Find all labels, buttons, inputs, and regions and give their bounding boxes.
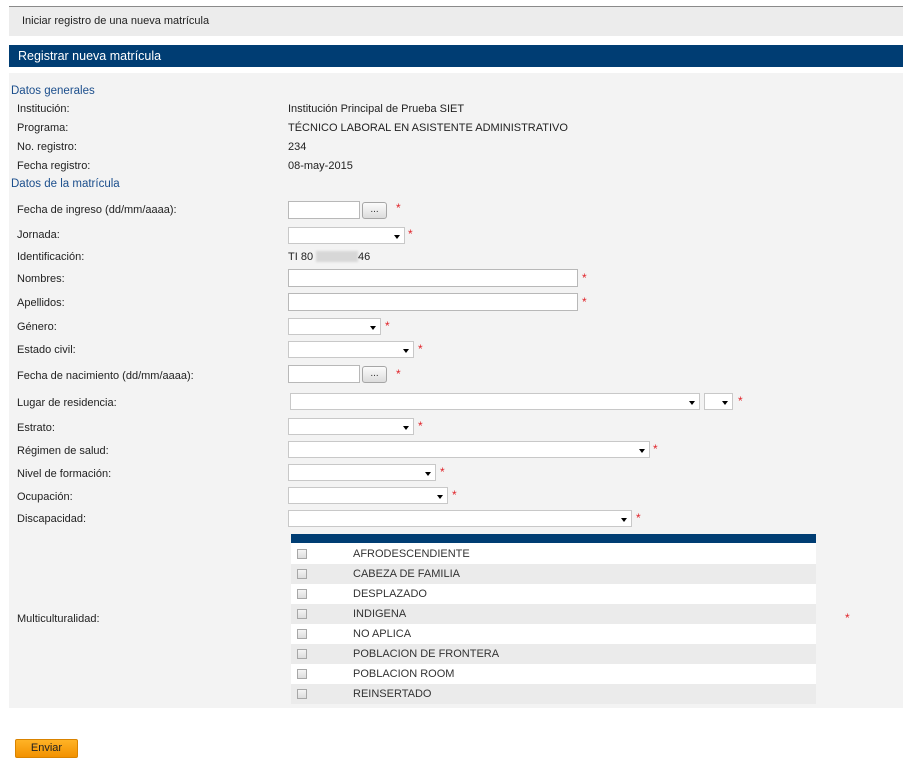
required-marker: *	[582, 295, 587, 309]
required-marker: *	[396, 367, 401, 381]
institucion-value: Institución Principal de Prueba SIET	[288, 103, 465, 115]
genero-label: Género:	[17, 321, 57, 333]
institucion-label: Institución:	[17, 103, 70, 115]
top-bar-title: Iniciar registro de una nueva matrícula	[22, 15, 210, 27]
checkbox[interactable]	[297, 609, 307, 619]
fecha-registro-value: 08-may-2015	[288, 160, 353, 172]
multiculturalidad-option-label: INDIGENA	[353, 608, 407, 620]
estrato-label: Estrato:	[17, 422, 55, 434]
fecha-nacimiento-calendar-button[interactable]: ...	[362, 366, 387, 383]
required-marker: *	[582, 271, 587, 285]
chevron-down-icon	[689, 401, 695, 405]
multiculturalidad-option-label: POBLACION ROOM	[353, 668, 455, 680]
lugar-residencia-secondary-select[interactable]	[704, 393, 733, 410]
programa-value: TÉCNICO LABORAL EN ASISTENTE ADMINISTRAT…	[288, 122, 568, 134]
apellidos-input[interactable]	[288, 293, 578, 311]
required-marker: *	[440, 465, 445, 479]
multiculturalidad-row[interactable]: REINSERTADO	[291, 684, 816, 704]
chevron-down-icon	[403, 426, 409, 430]
required-marker: *	[653, 442, 658, 456]
required-marker: *	[845, 611, 850, 625]
multiculturalidad-label: Multiculturalidad:	[17, 613, 100, 625]
required-marker: *	[408, 227, 413, 241]
multiculturalidad-option-label: REINSERTADO	[353, 688, 432, 700]
chevron-down-icon	[403, 349, 409, 353]
programa-label: Programa:	[17, 122, 69, 134]
apellidos-label: Apellidos:	[17, 297, 65, 309]
fecha-registro-label: Fecha registro:	[17, 160, 91, 172]
estado-civil-select[interactable]	[288, 341, 414, 358]
top-bar: Iniciar registro de una nueva matrícula	[9, 6, 903, 36]
lugar-residencia-select[interactable]	[290, 393, 700, 410]
multiculturalidad-row[interactable]: POBLACION DE FRONTERA	[291, 644, 816, 664]
checkbox[interactable]	[297, 589, 307, 599]
ocupacion-select[interactable]	[288, 487, 448, 504]
checkbox[interactable]	[297, 649, 307, 659]
nivel-formacion-label: Nivel de formación:	[17, 468, 112, 480]
multiculturalidad-option-label: POBLACION DE FRONTERA	[353, 648, 500, 660]
required-marker: *	[418, 419, 423, 433]
registro-label: No. registro:	[17, 141, 77, 153]
chevron-down-icon	[639, 449, 645, 453]
checkbox[interactable]	[297, 549, 307, 559]
multiculturalidad-row[interactable]: INDIGENA	[291, 604, 816, 624]
discapacidad-select[interactable]	[288, 510, 632, 527]
identificacion-suffix: 46	[358, 251, 371, 263]
checkbox[interactable]	[297, 629, 307, 639]
chevron-down-icon	[425, 472, 431, 476]
multiculturalidad-row[interactable]: DESPLAZADO	[291, 584, 816, 604]
required-marker: *	[385, 319, 390, 333]
checkbox[interactable]	[297, 669, 307, 679]
required-marker: *	[636, 511, 641, 525]
panel-title: Registrar nueva matrícula	[18, 49, 162, 63]
fecha-ingreso-label: Fecha de ingreso (dd/mm/aaaa):	[17, 204, 177, 216]
estado-civil-label: Estado civil:	[17, 344, 76, 356]
fecha-ingreso-calendar-button[interactable]: ...	[362, 202, 387, 219]
checkbox[interactable]	[297, 569, 307, 579]
multiculturalidad-row[interactable]: CABEZA DE FAMILIA	[291, 564, 816, 584]
multiculturalidad-option-label: AFRODESCENDIENTE	[353, 548, 470, 560]
section-datos-matricula: Datos de la matrícula	[11, 178, 120, 190]
required-marker: *	[738, 394, 743, 408]
chevron-down-icon	[437, 495, 443, 499]
chevron-down-icon	[621, 518, 627, 522]
regimen-salud-select[interactable]	[288, 441, 650, 458]
panel-header: Registrar nueva matrícula	[9, 45, 903, 67]
multiculturalidad-row[interactable]: NO APLICA	[291, 624, 816, 644]
jornada-select[interactable]	[288, 227, 405, 244]
ocupacion-label: Ocupación:	[17, 491, 73, 503]
multiculturalidad-row[interactable]: AFRODESCENDIENTE	[291, 544, 816, 564]
identificacion-prefix: TI 80	[288, 251, 314, 263]
multiculturalidad-row[interactable]: POBLACION ROOM	[291, 664, 816, 684]
registro-value: 234	[288, 141, 307, 153]
section-datos-generales: Datos generales	[11, 85, 95, 97]
required-marker: *	[418, 342, 423, 356]
chevron-down-icon	[370, 326, 376, 330]
lugar-residencia-label: Lugar de residencia:	[17, 397, 117, 409]
multiculturalidad-option-label: DESPLAZADO	[353, 588, 427, 600]
fecha-ingreso-input[interactable]	[288, 201, 360, 219]
checkbox[interactable]	[297, 689, 307, 699]
multiculturalidad-option-label: CABEZA DE FAMILIA	[353, 568, 460, 580]
multiculturalidad-option-label: NO APLICA	[353, 628, 412, 640]
nombres-input[interactable]	[288, 269, 578, 287]
discapacidad-label: Discapacidad:	[17, 513, 87, 525]
fecha-nacimiento-input[interactable]	[288, 365, 360, 383]
genero-select[interactable]	[288, 318, 381, 335]
fecha-nacimiento-label: Fecha de nacimiento (dd/mm/aaaa):	[17, 370, 194, 382]
jornada-label: Jornada:	[17, 229, 60, 241]
multiculturalidad-table: AFRODESCENDIENTE CABEZA DE FAMILIA DESPL…	[291, 534, 816, 704]
enviar-button[interactable]: Enviar	[15, 739, 78, 758]
nivel-formacion-select[interactable]	[288, 464, 436, 481]
redacted-blur	[316, 251, 358, 262]
required-marker: *	[452, 488, 457, 502]
regimen-salud-label: Régimen de salud:	[17, 445, 109, 457]
multiculturalidad-table-header	[291, 534, 816, 543]
required-marker: *	[396, 201, 401, 215]
chevron-down-icon	[722, 401, 728, 405]
identificacion-label: Identificación:	[17, 251, 85, 263]
chevron-down-icon	[394, 235, 400, 239]
nombres-label: Nombres:	[17, 273, 65, 285]
estrato-select[interactable]	[288, 418, 414, 435]
